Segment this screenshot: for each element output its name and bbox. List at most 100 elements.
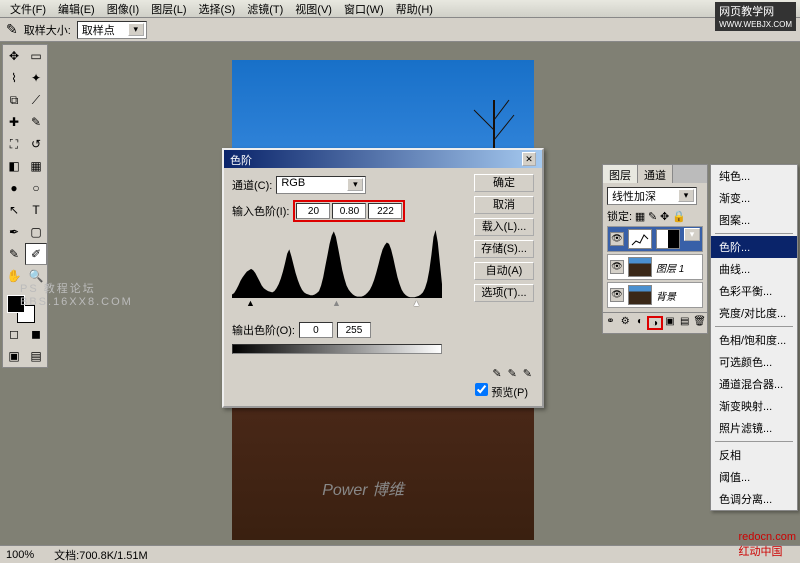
- menu-gradient[interactable]: 渐变...: [711, 187, 797, 209]
- tab-channels[interactable]: 通道: [638, 165, 673, 183]
- screenmode-icon[interactable]: ▣: [3, 345, 25, 367]
- adjustment-menu: 纯色... 渐变... 图案... 色阶... 曲线... 色彩平衡... 亮度…: [710, 164, 798, 511]
- layer-row-adjustment[interactable]: 👁: [607, 226, 703, 252]
- preview-checkbox[interactable]: [475, 383, 488, 396]
- cancel-button[interactable]: 取消: [474, 196, 534, 214]
- eyedropper-icon[interactable]: ✎: [6, 21, 18, 38]
- screenmode2-icon[interactable]: ▤: [25, 345, 47, 367]
- mask-icon[interactable]: ◐: [633, 316, 648, 330]
- menu-curves[interactable]: 曲线...: [711, 258, 797, 280]
- visibility-icon[interactable]: 👁: [610, 288, 624, 302]
- output-lo-field[interactable]: [299, 322, 333, 338]
- channel-select[interactable]: RGB: [276, 176, 366, 194]
- eraser-tool[interactable]: ◧: [3, 155, 25, 177]
- menu-edit[interactable]: 编辑(E): [52, 0, 101, 17]
- lasso-tool[interactable]: ⌇: [3, 67, 25, 89]
- menu-layer[interactable]: 图层(L): [145, 0, 192, 17]
- input-levels-label: 输入色阶(I):: [232, 203, 289, 219]
- tab-layers[interactable]: 图层: [603, 165, 638, 183]
- close-icon[interactable]: ✕: [522, 152, 536, 166]
- crop-tool[interactable]: ⧉: [3, 89, 25, 111]
- output-gradient[interactable]: [232, 344, 442, 354]
- pen-tool[interactable]: ✒: [3, 221, 25, 243]
- link-icon[interactable]: ⚭: [603, 316, 618, 330]
- new-layer-icon[interactable]: ▤: [677, 316, 692, 330]
- visibility-icon[interactable]: 👁: [610, 232, 624, 246]
- menu-posterize[interactable]: 色调分离...: [711, 488, 797, 510]
- lock-pixel-icon[interactable]: ✎: [648, 211, 657, 223]
- menu-help[interactable]: 帮助(H): [390, 0, 439, 17]
- menu-colorbal[interactable]: 色彩平衡...: [711, 280, 797, 302]
- wand-tool[interactable]: ✦: [25, 67, 47, 89]
- dodge-tool[interactable]: ○: [25, 177, 47, 199]
- blend-mode-select[interactable]: 线性加深: [607, 187, 697, 205]
- zoom-level[interactable]: 100%: [6, 549, 34, 561]
- black-picker-icon[interactable]: ✎: [492, 367, 501, 380]
- highlight-slider[interactable]: ▲: [412, 298, 421, 308]
- dialog-titlebar[interactable]: 色阶 ✕: [224, 150, 542, 168]
- ok-button[interactable]: 确定: [474, 174, 534, 192]
- quickmask-icon[interactable]: ◻: [3, 323, 25, 345]
- path-tool[interactable]: ↖: [3, 199, 25, 221]
- folder-icon[interactable]: ▣: [663, 316, 678, 330]
- layer-row-copy[interactable]: 👁 图层 1: [607, 254, 703, 280]
- menu-image[interactable]: 图像(I): [101, 0, 145, 17]
- menu-gradmap[interactable]: 渐变映射...: [711, 395, 797, 417]
- menu-chanmix[interactable]: 通道混合器...: [711, 373, 797, 395]
- white-picker-icon[interactable]: ✎: [523, 367, 532, 380]
- input-highlight-field[interactable]: [368, 203, 402, 219]
- shape-tool[interactable]: ▢: [25, 221, 47, 243]
- menu-select[interactable]: 选择(S): [193, 0, 242, 17]
- lock-pos-icon[interactable]: ✥: [660, 211, 669, 223]
- options-button[interactable]: 选项(T)...: [474, 284, 534, 302]
- auto-button[interactable]: 自动(A): [474, 262, 534, 280]
- heal-tool[interactable]: ✚: [3, 111, 25, 133]
- menu-huesat[interactable]: 色相/饱和度...: [711, 329, 797, 351]
- shadow-slider[interactable]: ▲: [246, 298, 255, 308]
- trash-icon[interactable]: 🗑: [692, 316, 707, 330]
- menubar: 文件(F) 编辑(E) 图像(I) 图层(L) 选择(S) 滤镜(T) 视图(V…: [0, 0, 800, 18]
- marquee-tool[interactable]: ▭: [25, 45, 47, 67]
- slice-tool[interactable]: ⟋: [25, 89, 47, 111]
- stamp-tool[interactable]: ⛶: [3, 133, 25, 155]
- visibility-icon[interactable]: 👁: [610, 260, 624, 274]
- eyedropper-tool[interactable]: ✐: [25, 243, 47, 265]
- gray-picker-icon[interactable]: ✎: [508, 367, 517, 380]
- fx-icon[interactable]: ⚙: [618, 316, 633, 330]
- menu-levels[interactable]: 色阶...: [711, 236, 797, 258]
- gradient-tool[interactable]: ▦: [25, 155, 47, 177]
- lock-all-icon[interactable]: 🔒: [672, 211, 686, 223]
- input-gamma-field[interactable]: [332, 203, 366, 219]
- save-button[interactable]: 存储(S)...: [474, 240, 534, 258]
- type-tool[interactable]: T: [25, 199, 47, 221]
- history-brush-tool[interactable]: ↺: [25, 133, 47, 155]
- watermark-power: Power 博维: [322, 476, 404, 500]
- load-button[interactable]: 载入(L)...: [474, 218, 534, 236]
- menu-file[interactable]: 文件(F): [4, 0, 52, 17]
- blur-tool[interactable]: ●: [3, 177, 25, 199]
- lock-trans-icon[interactable]: ▦: [635, 211, 645, 223]
- lock-label: 锁定:: [607, 211, 632, 223]
- sample-size-select[interactable]: 取样点: [77, 21, 147, 39]
- brush-tool[interactable]: ✎: [25, 111, 47, 133]
- notes-tool[interactable]: ✎: [3, 243, 25, 265]
- input-shadow-field[interactable]: [296, 203, 330, 219]
- menu-invert[interactable]: 反相: [711, 444, 797, 466]
- menu-view[interactable]: 视图(V): [289, 0, 338, 17]
- menu-selcolor[interactable]: 可选颜色...: [711, 351, 797, 373]
- menu-solid[interactable]: 纯色...: [711, 165, 797, 187]
- gamma-slider[interactable]: ▲: [332, 298, 341, 308]
- menu-brightcon[interactable]: 亮度/对比度...: [711, 302, 797, 324]
- adjustment-layer-icon[interactable]: ◑: [647, 316, 662, 330]
- menu-pattern[interactable]: 图案...: [711, 209, 797, 231]
- menu-photofilter[interactable]: 照片滤镜...: [711, 417, 797, 439]
- layer-row-bg[interactable]: 👁 背景: [607, 282, 703, 308]
- menu-filter[interactable]: 滤镜(T): [241, 0, 289, 17]
- output-hi-field[interactable]: [337, 322, 371, 338]
- layer-mask-thumb[interactable]: [656, 229, 680, 249]
- move-tool[interactable]: ✥: [3, 45, 25, 67]
- menu-threshold[interactable]: 阈值...: [711, 466, 797, 488]
- layer-thumb: [628, 257, 652, 277]
- quickmask-on-icon[interactable]: ◼: [25, 323, 47, 345]
- menu-window[interactable]: 窗口(W): [338, 0, 390, 17]
